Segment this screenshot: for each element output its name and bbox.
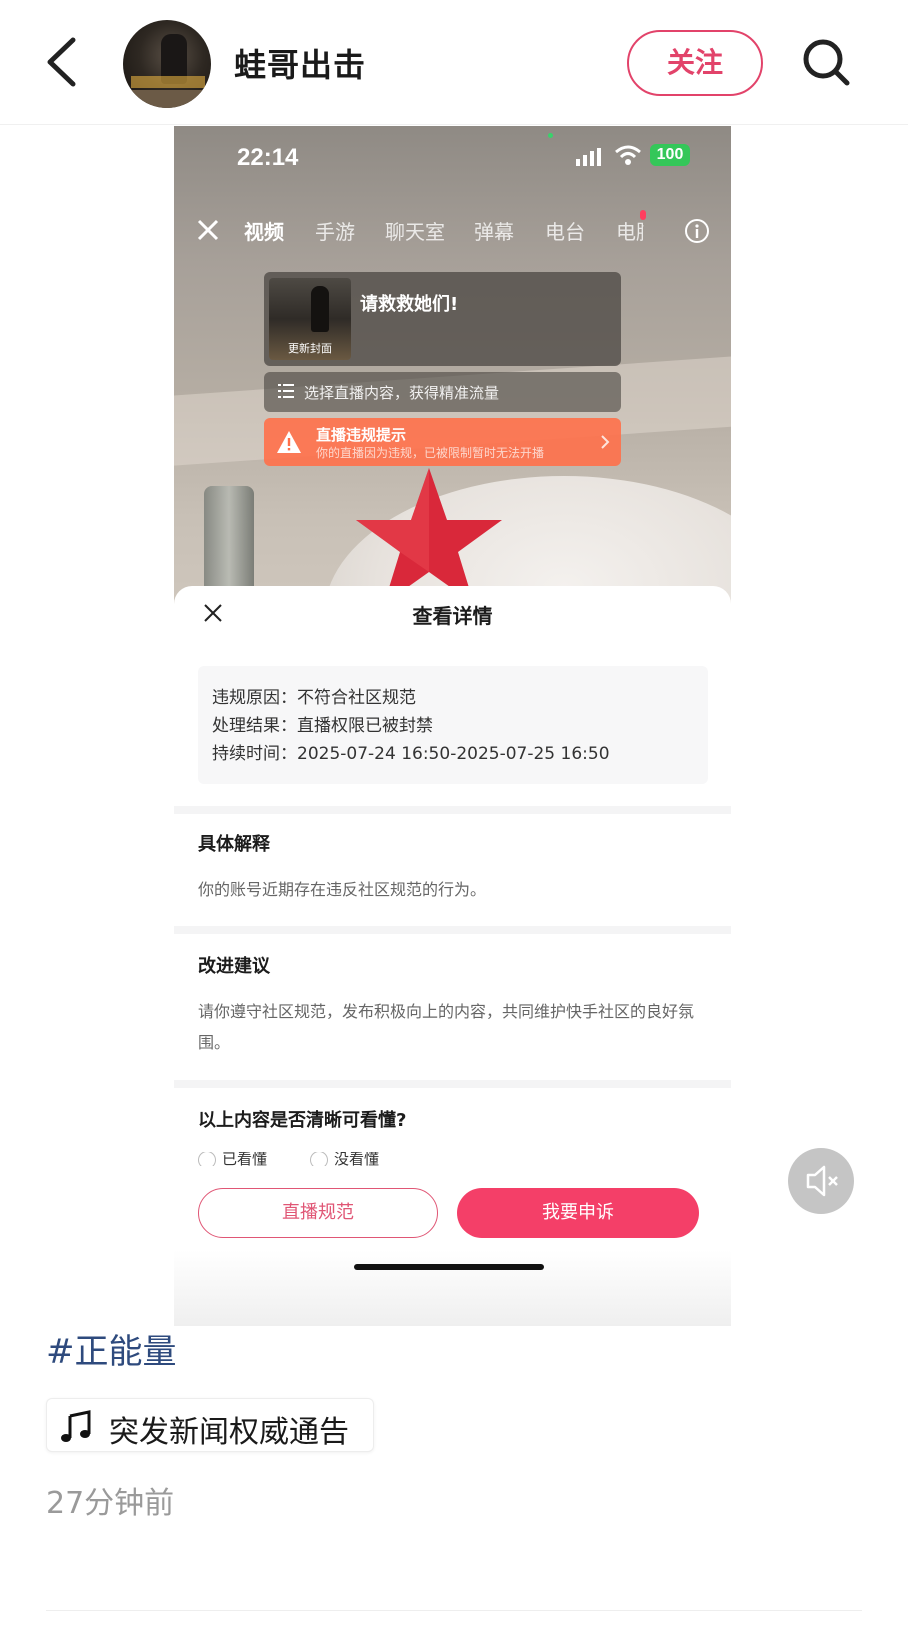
violation-reason: 违规原因：不符合社区规范 — [212, 688, 416, 708]
avatar[interactable] — [123, 20, 211, 108]
info-icon[interactable] — [684, 218, 710, 244]
tab-video[interactable]: 视频 — [244, 216, 284, 245]
cover-thumbnail-label: 更新封面 — [288, 342, 332, 355]
live-title: 请救救她们! — [360, 294, 459, 315]
account-name[interactable]: 蛙哥出击 — [234, 40, 366, 86]
tab-danmaku[interactable]: 弹幕 — [474, 216, 514, 245]
search-button[interactable] — [800, 36, 852, 88]
hashtag-link[interactable]: #正能量 — [46, 1324, 177, 1373]
tab-mobile-games[interactable]: 手游 — [315, 216, 355, 245]
tab-radio[interactable]: 电台 — [545, 216, 585, 245]
divider — [174, 806, 731, 814]
live-preview: 22:14 100 视频 手游 聊天室 弹幕 电台 电脑 — [174, 126, 731, 616]
speaker-muted-icon — [806, 1165, 838, 1197]
wifi-icon — [615, 145, 641, 165]
live-tabs: 视频 手游 聊天室 弹幕 电台 电脑 — [174, 210, 731, 250]
content-select-text: 选择直播内容，获得精准流量 — [304, 384, 500, 402]
top-bar: 蛙哥出击 关注 — [0, 0, 908, 125]
battery-badge: 100 — [650, 144, 690, 166]
video-progress-track[interactable] — [45, 1247, 835, 1250]
violation-result: 处理结果：直播权限已被封禁 — [212, 716, 433, 736]
live-rules-button[interactable]: 直播规范 — [198, 1188, 438, 1238]
cover-thumbnail: 更新封面 — [269, 278, 351, 360]
explain-heading: 具体解释 — [198, 834, 270, 855]
search-icon — [803, 39, 850, 86]
music-title: 突发新闻权威通告 — [109, 1415, 349, 1450]
chevron-left-icon — [47, 37, 76, 87]
home-indicator[interactable] — [354, 1264, 544, 1270]
live-cover-card[interactable]: 更新封面 请救救她们! — [264, 272, 621, 366]
follow-button[interactable]: 关注 — [627, 30, 763, 96]
music-chip[interactable]: 突发新闻权威通告 — [46, 1398, 374, 1452]
list-icon — [278, 384, 294, 398]
divider — [174, 1080, 731, 1088]
feedback-question: 以上内容是否清晰可看懂? — [198, 1110, 407, 1131]
music-note-icon — [61, 1410, 91, 1442]
appeal-button[interactable]: 我要申诉 — [457, 1188, 699, 1238]
post-time: 27分钟前 — [46, 1486, 175, 1521]
feedback-options: 已看懂 没看懂 — [198, 1152, 598, 1166]
violation-subtitle: 你的直播因为违规，已被限制暂时无法开播 — [316, 446, 545, 460]
suggest-heading: 改进建议 — [198, 956, 270, 977]
explain-text: 你的账号近期存在违反社区规范的行为。 — [198, 880, 487, 899]
tab-chatroom[interactable]: 聊天室 — [385, 216, 445, 245]
divider — [46, 1610, 862, 1611]
violation-banner[interactable]: 直播违规提示 你的直播因为违规，已被限制暂时无法开播 — [264, 418, 621, 466]
mute-button[interactable] — [788, 1148, 854, 1214]
suggest-text: 请你遵守社区规范，发布积极向上的内容，共同维护快手社区的良好氛围。 — [198, 1002, 695, 1052]
option-understood[interactable]: 已看懂 — [198, 1152, 267, 1166]
status-time: 22:14 — [237, 144, 299, 171]
signal-icon — [576, 148, 601, 166]
embedded-screenshot: 22:14 100 视频 手游 聊天室 弹幕 电台 电脑 — [174, 126, 731, 1326]
option-not-understood[interactable]: 没看懂 — [310, 1152, 379, 1166]
violation-title: 直播违规提示 — [316, 426, 407, 444]
home-bar — [174, 1250, 731, 1326]
divider — [174, 926, 731, 934]
violation-info-box: 违规原因：不符合社区规范 处理结果：直播权限已被封禁 持续时间：2025-07-… — [198, 666, 708, 784]
warning-icon — [277, 431, 301, 453]
content-select-pill[interactable]: 选择直播内容，获得精准流量 — [264, 372, 621, 412]
tab-pc[interactable]: 电脑 — [616, 216, 644, 245]
sheet-title: 查看详情 — [412, 604, 493, 628]
action-buttons: 直播规范 我要申诉 — [174, 1184, 731, 1244]
violation-duration: 持续时间：2025-07-24 16:50-2025-07-25 16:50 — [212, 744, 610, 764]
back-button[interactable] — [40, 32, 90, 92]
chevron-right-icon — [601, 435, 610, 449]
close-icon[interactable] — [196, 218, 220, 242]
